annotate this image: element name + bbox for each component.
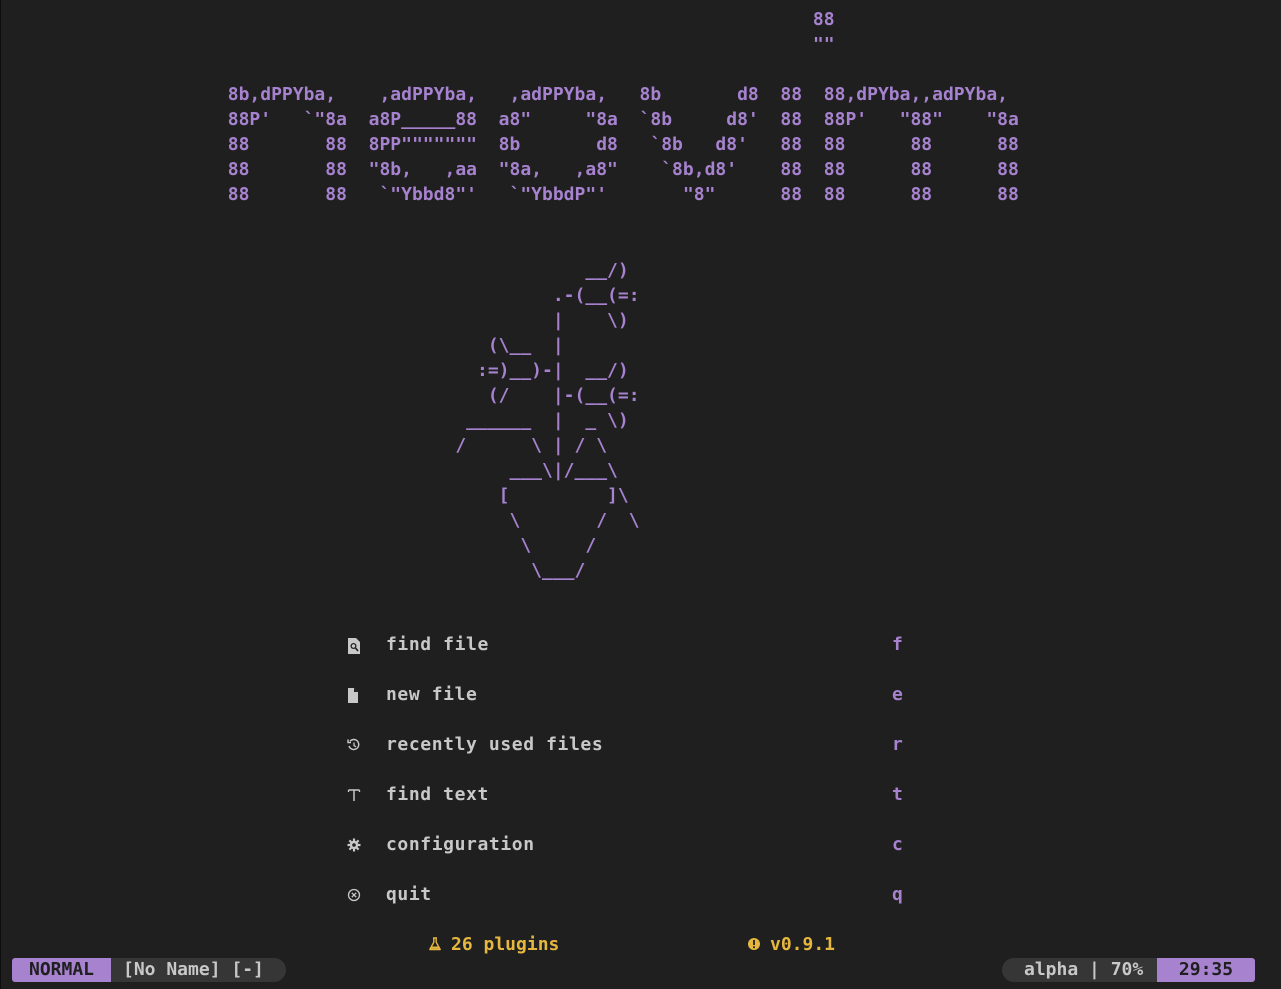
menu-shortcut-key: q (892, 884, 903, 905)
menu-item-find-text[interactable]: find text t (347, 780, 907, 810)
neovim-ascii-logo: 88 "" 8b,dPPYba, ,adPPYba, ,adPPYba, 8b … (227, 9, 1019, 205)
menu-item-label: new file (386, 684, 478, 705)
file-search-icon (347, 638, 363, 654)
version-info: v0.9.1 (747, 932, 835, 958)
menu-shortcut-key: f (892, 634, 903, 655)
dashboard-footer: 26 plugins v0.9.1 (1, 932, 1281, 958)
menu-item-label: find file (386, 634, 489, 655)
text-icon (347, 788, 363, 804)
gear-icon (347, 838, 363, 854)
mode-indicator: NORMAL (12, 958, 111, 982)
menu-shortcut-key: e (892, 684, 903, 705)
menu-shortcut-key: t (892, 784, 903, 805)
menu-item-label: quit (386, 884, 432, 905)
menu-item-configuration[interactable]: configuration c (347, 830, 907, 860)
flask-icon (428, 933, 442, 951)
flower-pot-ascii-art: __/) .-(__(=: | \) (\__ |:=)__)-| __/) … (455, 260, 640, 581)
statusline: NORMAL [No Name] [-] alpha | 70% 29:35 (12, 958, 1257, 982)
cursor-position: 29:35 (1157, 958, 1255, 982)
menu-item-find-file[interactable]: find file f (347, 630, 907, 660)
version-label: v0.9.1 (770, 934, 836, 955)
editor-window: 88 "" 8b,dPPYba, ,adPPYba, ,adPPYba, 8b … (0, 0, 1281, 989)
menu-item-label: recently used files (386, 734, 604, 755)
file-icon (347, 688, 363, 704)
menu-item-new-file[interactable]: new file e (347, 680, 907, 710)
quit-icon (347, 888, 363, 904)
menu-item-quit[interactable]: quit q (347, 880, 907, 910)
info-circle-icon (747, 933, 761, 950)
menu-shortcut-key: c (892, 834, 903, 855)
menu-item-label: find text (386, 784, 489, 805)
menu-item-recent-files[interactable]: recently used files r (347, 730, 907, 760)
filetype-percent-indicator: alpha | 70% (1002, 958, 1157, 982)
plugins-count: 26 plugins (428, 932, 559, 958)
menu-shortcut-key: r (892, 734, 903, 755)
menu-item-label: configuration (386, 834, 535, 855)
filename-indicator: [No Name] [-] (111, 958, 286, 982)
history-icon (347, 738, 363, 754)
plugins-count-label: 26 plugins (451, 934, 560, 955)
